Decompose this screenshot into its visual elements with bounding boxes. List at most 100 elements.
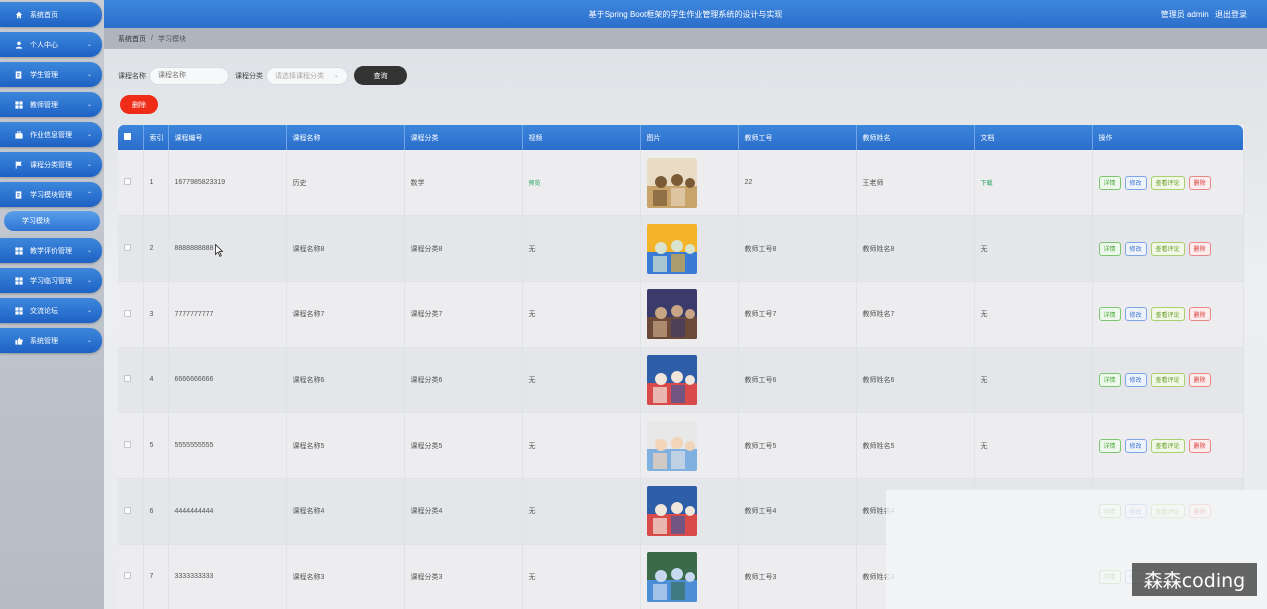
detail-button[interactable]: 详情 bbox=[1098, 307, 1121, 322]
course-name-input[interactable] bbox=[149, 66, 229, 85]
row-checkbox[interactable] bbox=[118, 544, 144, 609]
search-bar: 课程名称 课程分类 请选择课程分类 ⌄ 查询 bbox=[118, 66, 407, 85]
course-image-cell bbox=[640, 478, 739, 545]
sidebar-item-learning-module[interactable]: 学习模块管理 ⌃ bbox=[0, 182, 102, 207]
sidebar-item-teachers[interactable]: 教师管理 ⌄ bbox=[0, 92, 102, 117]
row-checkbox[interactable] bbox=[118, 150, 144, 217]
chevron-down-icon: ⌄ bbox=[86, 278, 92, 284]
detail-button[interactable]: 详情 bbox=[1098, 175, 1121, 190]
view-comments-button[interactable]: 查看评论 bbox=[1150, 438, 1185, 453]
user-icon bbox=[14, 40, 23, 49]
chevron-down-icon: ⌄ bbox=[86, 42, 92, 48]
column-header: 文档 bbox=[974, 125, 1093, 150]
flag-icon bbox=[14, 160, 23, 169]
sidebar-item-home[interactable]: 系统首页 bbox=[0, 2, 102, 27]
thumbs-up-icon bbox=[14, 336, 23, 345]
edit-button[interactable]: 修改 bbox=[1124, 175, 1147, 190]
logout-link[interactable]: 退出登录 bbox=[1215, 10, 1247, 19]
row-checkbox[interactable] bbox=[118, 281, 144, 348]
row-actions: 详情修改查看评论删除 bbox=[1092, 150, 1244, 217]
course-category: 课程分类4 bbox=[404, 478, 523, 545]
sidebar-item-profile[interactable]: 个人中心 ⌄ bbox=[0, 32, 102, 57]
edit-button[interactable]: 修改 bbox=[1124, 307, 1147, 322]
breadcrumb-home[interactable]: 系统首页 bbox=[118, 34, 146, 44]
sidebar-item-system[interactable]: 系统管理 ⌄ bbox=[0, 328, 102, 353]
column-header: 教师姓名 bbox=[856, 125, 975, 150]
course-code: 6666666666 bbox=[168, 347, 287, 414]
watermark: 森森coding bbox=[1132, 563, 1257, 596]
course-image[interactable] bbox=[646, 223, 697, 274]
sidebar-item-label: 教师管理 bbox=[30, 101, 58, 109]
course-image[interactable] bbox=[646, 486, 697, 537]
view-comments-button[interactable]: 查看评论 bbox=[1150, 307, 1185, 322]
course-code: 8888888888 bbox=[168, 215, 287, 282]
sidebar-item-teaching-evaluation[interactable]: 教学评价管理 ⌄ bbox=[0, 238, 102, 263]
sidebar-item-label: 学习模块管理 bbox=[30, 191, 72, 199]
row-checkbox[interactable] bbox=[118, 412, 144, 479]
sidebar-item-course-category[interactable]: 课程分类管理 ⌄ bbox=[0, 152, 102, 177]
sidebar-subitem-label: 学习模块 bbox=[22, 218, 50, 225]
batch-delete-button[interactable]: 删除 bbox=[120, 95, 158, 114]
teacher-id: 22 bbox=[738, 150, 857, 217]
table-row: 2 8888888888 课程名称8 课程分类8 无 教师工号8 教师姓名8 无 详情 修改 查看评… bbox=[118, 215, 1244, 282]
course-category: 课程分类7 bbox=[404, 281, 523, 348]
teacher-name: 教师姓名6 bbox=[856, 347, 975, 414]
document-icon bbox=[14, 70, 23, 79]
view-comments-button[interactable]: 查看评论 bbox=[1150, 241, 1185, 256]
column-header: 课程编号 bbox=[168, 125, 287, 150]
row-index: 5 bbox=[143, 412, 169, 479]
view-comments-button[interactable]: 查看评论 bbox=[1150, 372, 1185, 387]
course-image[interactable] bbox=[646, 157, 697, 208]
grid-icon bbox=[14, 276, 23, 285]
grid-icon bbox=[14, 246, 23, 255]
row-checkbox[interactable] bbox=[118, 215, 144, 282]
chevron-down-icon: ⌄ bbox=[86, 132, 92, 138]
sidebar-item-forum[interactable]: 交流论坛 ⌄ bbox=[0, 298, 102, 323]
course-category: 数学 bbox=[404, 150, 523, 217]
detail-button[interactable]: 详情 bbox=[1098, 372, 1121, 387]
table-row: 4 6666666666 课程名称6 课程分类6 无 教师工号6 教师姓名6 无 详情 修改 查看评… bbox=[118, 347, 1244, 414]
sidebar-item-label: 学生管理 bbox=[30, 71, 58, 79]
document-download-link[interactable]: 下载 bbox=[981, 181, 993, 187]
view-comments-button[interactable]: 查看评论 bbox=[1150, 175, 1185, 190]
delete-button[interactable]: 删除 bbox=[1188, 175, 1211, 190]
course-image[interactable] bbox=[646, 289, 697, 340]
course-image[interactable] bbox=[646, 420, 697, 471]
sidebar-item-homework[interactable]: 作业信息管理 ⌄ bbox=[0, 122, 102, 147]
top-bar: 基于Spring Boot框架的学生作业管理系统的设计与实现 管理员 admin… bbox=[104, 0, 1267, 28]
course-image-cell bbox=[640, 281, 739, 348]
row-checkbox[interactable] bbox=[118, 347, 144, 414]
teacher-id: 教师工号4 bbox=[738, 478, 857, 545]
edit-button[interactable]: 修改 bbox=[1124, 241, 1147, 256]
detail-button[interactable]: 详情 bbox=[1098, 241, 1121, 256]
query-button[interactable]: 查询 bbox=[354, 66, 407, 85]
sidebar-item-students[interactable]: 学生管理 ⌄ bbox=[0, 62, 102, 87]
course-category-select[interactable]: 请选择课程分类 ⌄ bbox=[266, 66, 348, 85]
row-checkbox[interactable] bbox=[118, 478, 144, 545]
row-actions: 详情修改查看评论删除 bbox=[1092, 347, 1244, 414]
course-name-label: 课程名称 bbox=[118, 72, 146, 80]
delete-button[interactable]: 删除 bbox=[1188, 372, 1211, 387]
mouse-cursor-icon bbox=[215, 244, 223, 257]
course-image[interactable] bbox=[646, 551, 697, 602]
sidebar-item-study-practice[interactable]: 学习临习管理 ⌄ bbox=[0, 268, 102, 293]
course-category: 课程分类3 bbox=[404, 544, 523, 609]
course-category: 课程分类8 bbox=[404, 215, 523, 282]
document-value: 无 bbox=[980, 442, 988, 450]
chevron-down-icon: ⌄ bbox=[86, 308, 92, 314]
teacher-name: 教师姓名7 bbox=[856, 281, 975, 348]
video-preview-link[interactable]: 预览 bbox=[529, 181, 541, 187]
delete-button[interactable]: 删除 bbox=[1188, 307, 1211, 322]
row-actions: 详情修改查看评论删除 bbox=[1092, 215, 1244, 282]
edit-button[interactable]: 修改 bbox=[1124, 372, 1147, 387]
course-image-cell bbox=[640, 215, 739, 282]
edit-button[interactable]: 修改 bbox=[1124, 438, 1147, 453]
delete-button[interactable]: 删除 bbox=[1188, 241, 1211, 256]
delete-button[interactable]: 删除 bbox=[1188, 438, 1211, 453]
course-name: 课程名称7 bbox=[286, 281, 405, 348]
course-image[interactable] bbox=[646, 354, 697, 405]
select-all-checkbox[interactable] bbox=[118, 125, 144, 150]
detail-button[interactable]: 详情 bbox=[1098, 438, 1121, 453]
user-role: 管理员 admin bbox=[1160, 10, 1209, 19]
sidebar-subitem-learning-module[interactable]: 学习模块 bbox=[4, 211, 100, 231]
